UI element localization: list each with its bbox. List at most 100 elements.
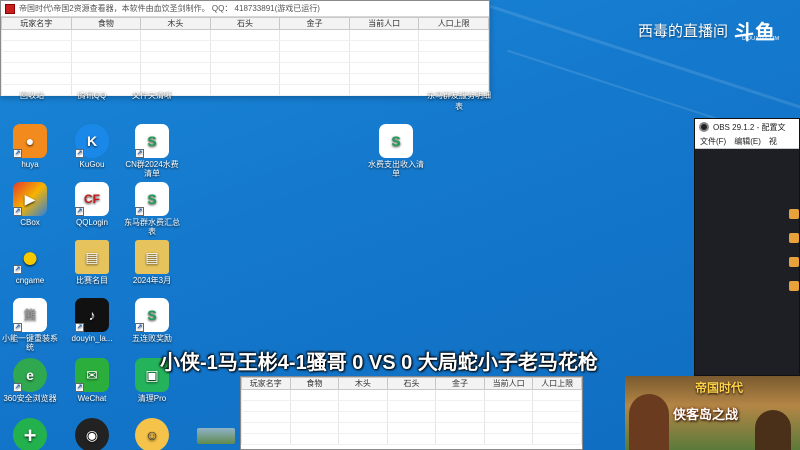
bear-icon: 熊 ↗ xyxy=(13,298,47,332)
obs-preview-area[interactable] xyxy=(695,149,799,375)
desktop-label-qq[interactable]: 腾讯QQ xyxy=(62,90,122,101)
shortcut-arrow-icon: ↗ xyxy=(135,323,144,332)
obs-menu-file[interactable]: 文件(F) xyxy=(700,136,726,147)
desktop-icon-huya[interactable]: ● ↗ huya xyxy=(0,124,60,169)
raccoon-icon: ☺ xyxy=(135,418,169,450)
shortcut-arrow-icon: ↗ xyxy=(13,383,22,392)
desktop-icon-label: 清理Pro xyxy=(137,394,167,403)
col-food[interactable]: 食物 xyxy=(70,17,142,30)
col-current-pop[interactable]: 当前人口 xyxy=(483,377,534,390)
col-current-pop[interactable]: 当前人口 xyxy=(348,17,420,30)
resource-table: 玩家名字 食物 木头 石头 金子 当前人口 人口上限 xyxy=(1,17,489,96)
resource-table-2: 玩家名字 食物 木头 石头 金子 当前人口 人口上限 xyxy=(241,377,582,445)
desktop-icon-360[interactable]: e ↗ 360安全浏览器 xyxy=(0,358,60,403)
window-title: 帝国时代\帝国2资源查看器，本软件由血饮圣剑制作。 QQ： 418733891(… xyxy=(19,4,320,13)
table-row[interactable] xyxy=(241,400,582,412)
col-wood[interactable]: 木头 xyxy=(338,377,388,390)
table-row[interactable] xyxy=(1,51,489,63)
obs-side-icon[interactable] xyxy=(789,233,799,243)
col-food[interactable]: 食物 xyxy=(289,377,340,390)
resource-viewer-window[interactable]: 帝国时代\帝国2资源查看器，本软件由血饮圣剑制作。 QQ： 418733891(… xyxy=(0,0,490,96)
resource-viewer-window-2[interactable]: 玩家名字 食物 木头 石头 金子 当前人口 人口上限 xyxy=(240,376,583,450)
spreadsheet-icon: S xyxy=(379,124,413,158)
game-ad-banner[interactable]: 帝国时代 侠客岛之战 xyxy=(625,376,800,450)
obs-side-icons xyxy=(789,209,799,305)
desktop-icon-cbox[interactable]: ▶ ↗ CBox xyxy=(0,182,60,227)
desktop-icon-water-fee-summary[interactable]: S ↗ 东马群水费汇总表 xyxy=(122,182,182,236)
shortcut-arrow-icon: ↗ xyxy=(75,323,84,332)
table-row[interactable] xyxy=(241,422,582,434)
desktop-icon-five-loss-reward[interactable]: S ↗ 五连败奖励 xyxy=(122,298,182,343)
desktop-icon-green-plus[interactable]: + xyxy=(0,418,60,450)
wechat-icon: ✉ ↗ xyxy=(75,358,109,392)
desktop-icon-wechat[interactable]: ✉ ↗ WeChat xyxy=(62,358,122,403)
obs-side-icon[interactable] xyxy=(789,281,799,291)
table-row[interactable] xyxy=(241,433,582,445)
col-player-name[interactable]: 玩家名字 xyxy=(1,17,72,30)
desktop-label-detail-sheet[interactable]: 东马群友服务明细表 xyxy=(426,90,492,112)
desktop-icon-label: douyin_la... xyxy=(71,334,113,343)
desktop-icon-landscape[interactable] xyxy=(186,428,246,446)
ad-subtitle: 侠客岛之战 xyxy=(673,407,739,422)
desktop-icon-label: KuGou xyxy=(79,160,105,169)
spreadsheet-icon: S ↗ xyxy=(135,298,169,332)
desktop-icon-qqlogin[interactable]: CF ↗ QQLogin xyxy=(62,182,122,227)
browser-360-icon: e ↗ xyxy=(13,358,47,392)
col-stone[interactable]: 石头 xyxy=(209,17,281,30)
desktop-icon-label: CBox xyxy=(20,218,40,227)
desktop-icon-water-fee-income[interactable]: S 水费支出收入清单 xyxy=(366,124,426,178)
table-row[interactable] xyxy=(241,411,582,423)
desktop-icon-cngame[interactable]: ● ↗ cngame xyxy=(0,240,60,285)
desktop-icon-label: 小能一键重装系统 xyxy=(2,334,58,352)
desktop-icon-label: 五连败奖励 xyxy=(132,334,172,343)
desktop-label-recycle-bin[interactable]: 回收站 xyxy=(2,90,62,101)
obs-titlebar[interactable]: OBS 29.1.2 - 配置文 xyxy=(695,119,799,135)
resource-viewer-titlebar[interactable]: 帝国时代\帝国2资源查看器，本软件由血饮圣剑制作。 QQ： 418733891(… xyxy=(1,1,489,17)
ad-character-figure xyxy=(629,394,669,450)
crossfire-icon: CF ↗ xyxy=(75,182,109,216)
cngame-icon: ● ↗ xyxy=(13,240,40,274)
obs-side-icon[interactable] xyxy=(789,257,799,267)
obs-title-text: OBS 29.1.2 - 配置文 xyxy=(713,122,786,132)
ad-title: 帝国时代 xyxy=(695,381,744,395)
shortcut-arrow-icon: ↗ xyxy=(13,265,22,274)
obs-icon: ◉ xyxy=(75,418,109,450)
desktop-icon-kugou[interactable]: K ↗ KuGou xyxy=(62,124,122,169)
desktop-icon-match-list[interactable]: ▤ 比赛名目 xyxy=(62,240,122,285)
desktop-icon-raccoon[interactable]: ☺ xyxy=(122,418,182,450)
desktop-icon-label: 比赛名目 xyxy=(76,276,108,285)
desktop-icon-obs[interactable]: ◉ xyxy=(62,418,122,450)
col-stone[interactable]: 石头 xyxy=(386,377,437,390)
desktop-icon-march-2024[interactable]: ▤ 2024年3月 xyxy=(122,240,182,285)
col-gold[interactable]: 金子 xyxy=(279,17,350,30)
table-row[interactable] xyxy=(1,73,489,85)
douyin-icon: ♪ ↗ xyxy=(75,298,109,332)
col-pop-limit[interactable]: 人口上限 xyxy=(532,377,582,390)
col-pop-limit[interactable]: 人口上限 xyxy=(418,17,489,30)
resource-table-header: 玩家名字 食物 木头 石头 金子 当前人口 人口上限 xyxy=(1,17,489,30)
table-row[interactable] xyxy=(1,40,489,52)
spreadsheet-icon: S ↗ xyxy=(135,182,169,216)
obs-menu-view[interactable]: 视 xyxy=(769,136,777,147)
cbox-icon: ▶ ↗ xyxy=(13,182,47,216)
desktop-label-folder[interactable]: 文件夹清晰 xyxy=(122,90,182,101)
ad-character-figure xyxy=(755,410,791,450)
obs-logo-icon xyxy=(699,122,709,132)
shortcut-arrow-icon: ↗ xyxy=(13,149,22,158)
col-gold[interactable]: 金子 xyxy=(435,377,485,390)
col-wood[interactable]: 木头 xyxy=(140,17,211,30)
col-player-name[interactable]: 玩家名字 xyxy=(241,377,291,390)
shortcut-arrow-icon: ↗ xyxy=(135,149,144,158)
obs-side-icon[interactable] xyxy=(789,209,799,219)
table-row[interactable] xyxy=(1,62,489,74)
obs-window[interactable]: OBS 29.1.2 - 配置文 文件(F) 编辑(E) 视 xyxy=(694,118,800,376)
desktop-icon-xiaoneng[interactable]: 熊 ↗ 小能一键重装系统 xyxy=(0,298,60,352)
obs-menu-edit[interactable]: 编辑(E) xyxy=(734,136,761,147)
desktop-icon-water-fee-list[interactable]: S ↗ CN群2024水费清单 xyxy=(122,124,182,178)
table-row[interactable] xyxy=(1,29,489,41)
desktop-icon-douyin[interactable]: ♪ ↗ douyin_la... xyxy=(62,298,122,343)
plus-icon: + xyxy=(13,418,47,450)
table-row[interactable] xyxy=(241,389,582,401)
shortcut-arrow-icon: ↗ xyxy=(13,207,22,216)
desktop-icon-label: huya xyxy=(21,160,39,169)
